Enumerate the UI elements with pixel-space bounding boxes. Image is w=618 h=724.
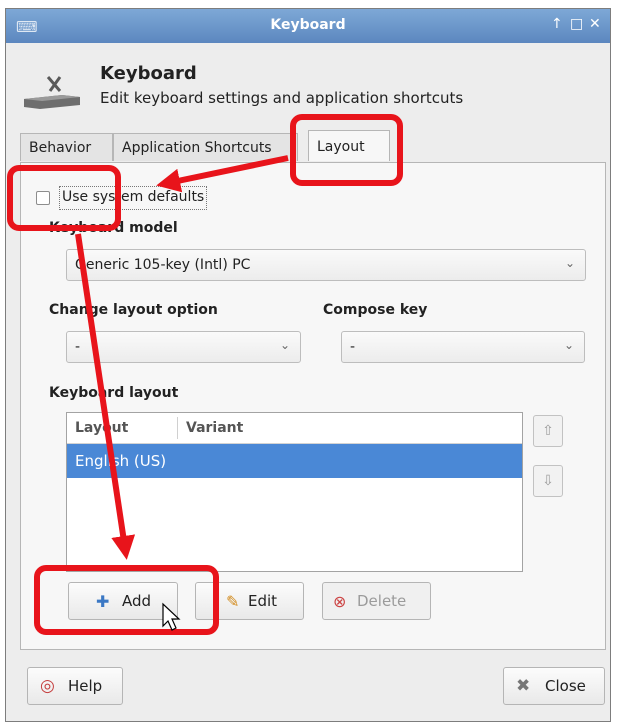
maximize-icon[interactable]: □ <box>570 16 583 32</box>
keyboard-model-value: Generic 105-key (Intl) PC <box>75 257 251 273</box>
delete-icon: ⊗ <box>333 592 347 611</box>
compose-key-select[interactable]: - ⌄ <box>341 331 585 363</box>
keyboard-model-select[interactable]: Generic 105-key (Intl) PC ⌄ <box>66 249 586 281</box>
close-window-icon[interactable]: ✕ <box>589 16 601 32</box>
compose-key-label: Compose key <box>323 302 428 318</box>
page-title: Keyboard <box>100 63 197 84</box>
layout-cell: English (US) <box>75 452 167 470</box>
tab-behavior[interactable]: Behavior <box>20 133 113 161</box>
chevron-down-icon: ⌄ <box>563 338 574 352</box>
delete-button[interactable]: ⊗ Delete <box>322 582 431 620</box>
chevron-down-icon: ⌄ <box>564 256 575 270</box>
pencil-icon: ✎ <box>226 592 240 611</box>
page-subtitle: Edit keyboard settings and application s… <box>100 89 464 107</box>
arrow-down-icon: ⇩ <box>542 473 554 489</box>
chevron-down-icon: ⌄ <box>279 338 290 352</box>
shade-up-icon[interactable]: ↑ <box>551 16 563 32</box>
column-header-layout[interactable]: Layout <box>75 420 128 436</box>
help-button[interactable]: ◎ Help <box>27 667 123 705</box>
close-button-label: Close <box>545 677 586 695</box>
delete-button-label: Delete <box>357 592 407 610</box>
list-header: Layout Variant <box>67 413 522 444</box>
close-button[interactable]: ✖ Close <box>503 667 605 705</box>
help-button-label: Help <box>68 677 103 695</box>
title-bar[interactable]: ⌨ Keyboard ↑ □ ✕ <box>6 9 610 43</box>
keyboard-icon <box>24 76 80 109</box>
arrow-up-icon: ⇧ <box>542 423 554 439</box>
tab-layout[interactable]: Layout <box>308 130 390 161</box>
edit-button-label: Edit <box>248 592 278 610</box>
column-divider <box>177 417 178 439</box>
keyboard-layout-list[interactable]: Layout Variant English (US) <box>66 412 523 572</box>
keyboard-layout-label: Keyboard layout <box>49 385 179 401</box>
column-header-variant[interactable]: Variant <box>186 420 243 436</box>
help-lifebuoy-icon: ◎ <box>40 676 55 696</box>
move-up-button[interactable]: ⇧ <box>533 415 563 447</box>
close-x-icon: ✖ <box>516 676 531 696</box>
list-row-selected[interactable]: English (US) <box>67 444 522 478</box>
change-layout-option-label: Change layout option <box>49 302 218 318</box>
change-layout-option-value: - <box>75 339 81 355</box>
annotation-box-add-button <box>34 565 219 635</box>
tab-application-shortcuts[interactable]: Application Shortcuts <box>113 133 298 161</box>
compose-key-value: - <box>350 339 356 355</box>
annotation-box-checkbox <box>7 165 121 231</box>
move-down-button[interactable]: ⇩ <box>533 465 563 497</box>
change-layout-option-select[interactable]: - ⌄ <box>66 331 301 363</box>
window-title: Keyboard <box>270 17 346 33</box>
